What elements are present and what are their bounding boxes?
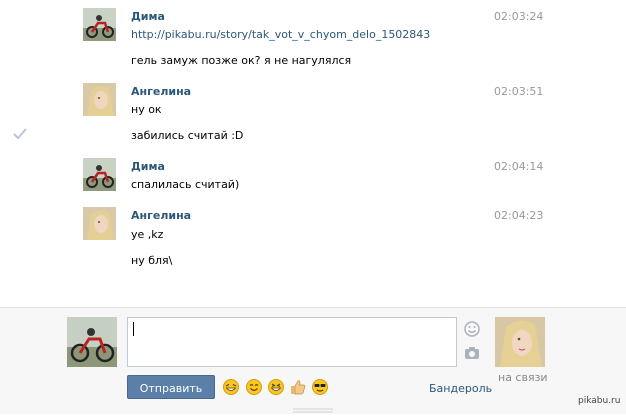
sunglasses-emoji-icon[interactable] [312,379,328,395]
peer-online-status: на связи [498,371,548,384]
message-text: забились считай :D [131,129,244,142]
watermark: pikabu.ru [578,396,621,406]
read-check-icon [13,128,27,140]
grin-emoji-icon[interactable] [268,379,284,395]
message-author[interactable]: Дима [131,10,165,23]
message-composer: Отправить Бандероль на связи [0,307,626,414]
message-time: 02:04:23 [494,209,544,222]
message-input[interactable] [127,317,457,367]
avatar[interactable] [83,207,116,240]
message-author[interactable]: Ангелина [131,209,191,222]
message-history: Дима 02:03:24 http://pikabu.ru/story/tak… [0,0,626,307]
parcel-link[interactable]: Бандероль [429,382,492,395]
message-text: гель замуж позже ок? я не нагулялся [131,54,352,67]
resize-grip-icon[interactable] [293,404,333,413]
peer-avatar[interactable] [495,317,545,367]
message-time: 02:03:51 [494,85,544,98]
avatar[interactable] [83,158,116,191]
send-button[interactable]: Отправить [127,375,215,399]
avatar[interactable] [83,8,116,41]
message-link-anchor[interactable]: http://pikabu.ru/story/tak_vot_v_chyom_d… [131,28,430,41]
smiley-picker-icon[interactable] [464,321,480,337]
message-text: ye ,kz [131,228,164,241]
message-time: 02:03:24 [494,10,544,23]
text-caret [133,322,134,336]
my-avatar[interactable] [67,317,117,367]
message-text: спалилась считай) [131,178,240,191]
message-time: 02:04:14 [494,160,544,173]
message-author[interactable]: Ангелина [131,85,191,98]
message-text: ну бля\ [131,254,173,267]
thumbs-up-icon[interactable] [290,379,306,395]
camera-icon[interactable] [464,346,480,360]
smile-emoji-icon[interactable] [246,379,262,395]
message-author[interactable]: Дима [131,160,165,173]
message-link[interactable]: http://pikabu.ru/story/tak_vot_v_chyom_d… [131,28,430,41]
laughing-emoji-icon[interactable] [223,379,239,395]
avatar[interactable] [83,83,116,116]
message-text: ну ок [131,103,162,116]
